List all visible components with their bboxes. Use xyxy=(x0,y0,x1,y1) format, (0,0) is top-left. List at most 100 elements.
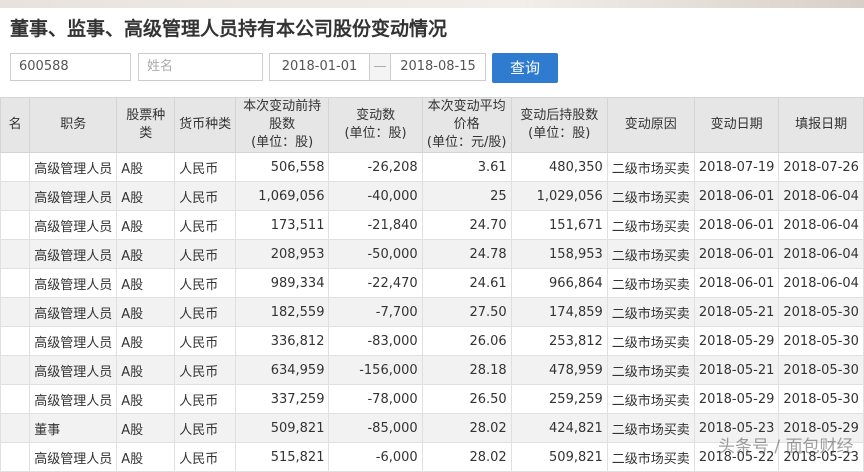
table-cell: 2018-06-01 xyxy=(693,268,780,298)
table-cell: 高级管理人员 xyxy=(29,210,118,240)
column-header: 变动后持股数 (单位：股) xyxy=(510,97,608,153)
table-cell: 2018-06-01 xyxy=(693,210,780,240)
table-cell: 28.02 xyxy=(421,442,512,472)
table-cell: 2018-05-30 xyxy=(778,384,864,414)
table-cell xyxy=(0,413,31,443)
table-cell: 24.78 xyxy=(421,239,512,269)
table-cell: 2018-05-30 xyxy=(778,297,864,327)
table-cell: 26.06 xyxy=(421,326,512,356)
table-cell: -7,700 xyxy=(328,297,423,327)
table-cell: -156,000 xyxy=(328,355,423,385)
column-header: 变动数 (单位：股) xyxy=(328,97,423,153)
table-cell: 337,259 xyxy=(234,384,330,414)
table-cell: 478,959 xyxy=(510,355,608,385)
table-cell: 2018-05-29 xyxy=(693,326,780,356)
table-cell xyxy=(0,326,31,356)
table-row: 高级管理人员 A股 人民币 182,559 -7,700 27.50 174,859 二级市场… xyxy=(0,297,864,327)
table-cell: 2018-05-21 xyxy=(693,297,780,327)
table-cell: 2018-07-19 xyxy=(693,152,780,182)
table-cell xyxy=(0,239,31,269)
table-cell: A股 xyxy=(116,413,176,443)
table-cell: 高级管理人员 xyxy=(29,152,118,182)
column-header: 股票种类 xyxy=(116,97,176,153)
query-button[interactable]: 查询 xyxy=(492,53,558,83)
table-cell xyxy=(0,181,31,211)
table-row: 高级管理人员 A股 人民币 208,953 -50,000 24.78 158,953 二级市… xyxy=(0,239,864,269)
table-cell: A股 xyxy=(116,152,176,182)
page-title: 董事、监事、高级管理人员持有本公司股份变动情况 xyxy=(10,18,448,40)
table-cell: 2018-06-04 xyxy=(778,239,864,269)
table-cell: A股 xyxy=(116,297,176,327)
table-cell: 二级市场买卖 xyxy=(606,326,695,356)
table-cell xyxy=(0,210,31,240)
table-cell: -83,000 xyxy=(328,326,423,356)
column-header: 变动原因 xyxy=(606,97,695,153)
table-cell: 989,334 xyxy=(234,268,330,298)
background-strip xyxy=(0,0,864,8)
table-cell: 人民币 xyxy=(174,268,236,298)
table-cell: 158,953 xyxy=(510,239,608,269)
table-cell: 高级管理人员 xyxy=(29,442,118,472)
table-cell xyxy=(0,442,31,472)
table-cell xyxy=(0,384,31,414)
table-cell: 506,558 xyxy=(234,152,330,182)
table-cell: -85,000 xyxy=(328,413,423,443)
table-cell: 二级市场买卖 xyxy=(606,239,695,269)
column-header: 货币种类 xyxy=(174,97,236,153)
table-cell: -26,208 xyxy=(328,152,423,182)
column-header: 职务 xyxy=(29,97,118,153)
table-cell: 509,821 xyxy=(234,413,330,443)
table-cell: 259,259 xyxy=(510,384,608,414)
table-row: 高级管理人员 A股 人民币 506,558 -26,208 3.61 480,350 二级市场… xyxy=(0,152,864,182)
table-cell: 人民币 xyxy=(174,181,236,211)
end-date-input[interactable]: 2018-08-15 xyxy=(390,53,486,81)
table-cell: -22,470 xyxy=(328,268,423,298)
table-cell: 2018-07-26 xyxy=(778,152,864,182)
table-row: 高级管理人员 A股 人民币 634,959 -156,000 28.18 478,959 二级… xyxy=(0,355,864,385)
table-cell: 2018-06-01 xyxy=(693,239,780,269)
table-cell: A股 xyxy=(116,210,176,240)
table-cell: A股 xyxy=(116,181,176,211)
table-cell: 634,959 xyxy=(234,355,330,385)
table-row: 高级管理人员 A股 人民币 173,511 -21,840 24.70 151,671 二级市… xyxy=(0,210,864,240)
table-cell: 董事 xyxy=(29,413,118,443)
watermark: 头条号 / 面包财经 xyxy=(718,437,854,457)
table-cell: 人民币 xyxy=(174,297,236,327)
table-cell: A股 xyxy=(116,239,176,269)
stock-code-input[interactable]: 600588 xyxy=(10,53,131,81)
table-cell: 二级市场买卖 xyxy=(606,384,695,414)
table-cell: 28.02 xyxy=(421,413,512,443)
table-cell: 182,559 xyxy=(234,297,330,327)
table-cell: A股 xyxy=(116,326,176,356)
date-separator: — xyxy=(369,53,391,81)
column-header: 本次变动平均价格 (单位：元/股) xyxy=(421,97,512,153)
table-cell: 高级管理人员 xyxy=(29,239,118,269)
table-cell: -78,000 xyxy=(328,384,423,414)
table-cell: 高级管理人员 xyxy=(29,268,118,298)
table-cell xyxy=(0,355,31,385)
table-cell: 336,812 xyxy=(234,326,330,356)
table-cell: 208,953 xyxy=(234,239,330,269)
table-cell: 二级市场买卖 xyxy=(606,268,695,298)
table-row: 高级管理人员 A股 人民币 337,259 -78,000 26.50 259,259 二级市… xyxy=(0,384,864,414)
table-cell: 3.61 xyxy=(421,152,512,182)
table-cell: 高级管理人员 xyxy=(29,355,118,385)
table-cell: 二级市场买卖 xyxy=(606,181,695,211)
table-cell: 二级市场买卖 xyxy=(606,297,695,327)
table-cell xyxy=(0,297,31,327)
table-cell: 24.61 xyxy=(421,268,512,298)
table-cell: 173,511 xyxy=(234,210,330,240)
table-cell: 26.50 xyxy=(421,384,512,414)
table-cell: 人民币 xyxy=(174,326,236,356)
column-header: 名 xyxy=(0,97,31,153)
table-cell: -6,000 xyxy=(328,442,423,472)
name-input[interactable]: 姓名 xyxy=(138,53,263,81)
table-cell: 509,821 xyxy=(510,442,608,472)
table-cell: 966,864 xyxy=(510,268,608,298)
table-cell: 二级市场买卖 xyxy=(606,413,695,443)
start-date-input[interactable]: 2018-01-01 xyxy=(269,53,370,81)
column-header: 变动日期 xyxy=(693,97,780,153)
table-cell: A股 xyxy=(116,384,176,414)
table-cell: 二级市场买卖 xyxy=(606,210,695,240)
table-cell: 1,029,056 xyxy=(510,181,608,211)
